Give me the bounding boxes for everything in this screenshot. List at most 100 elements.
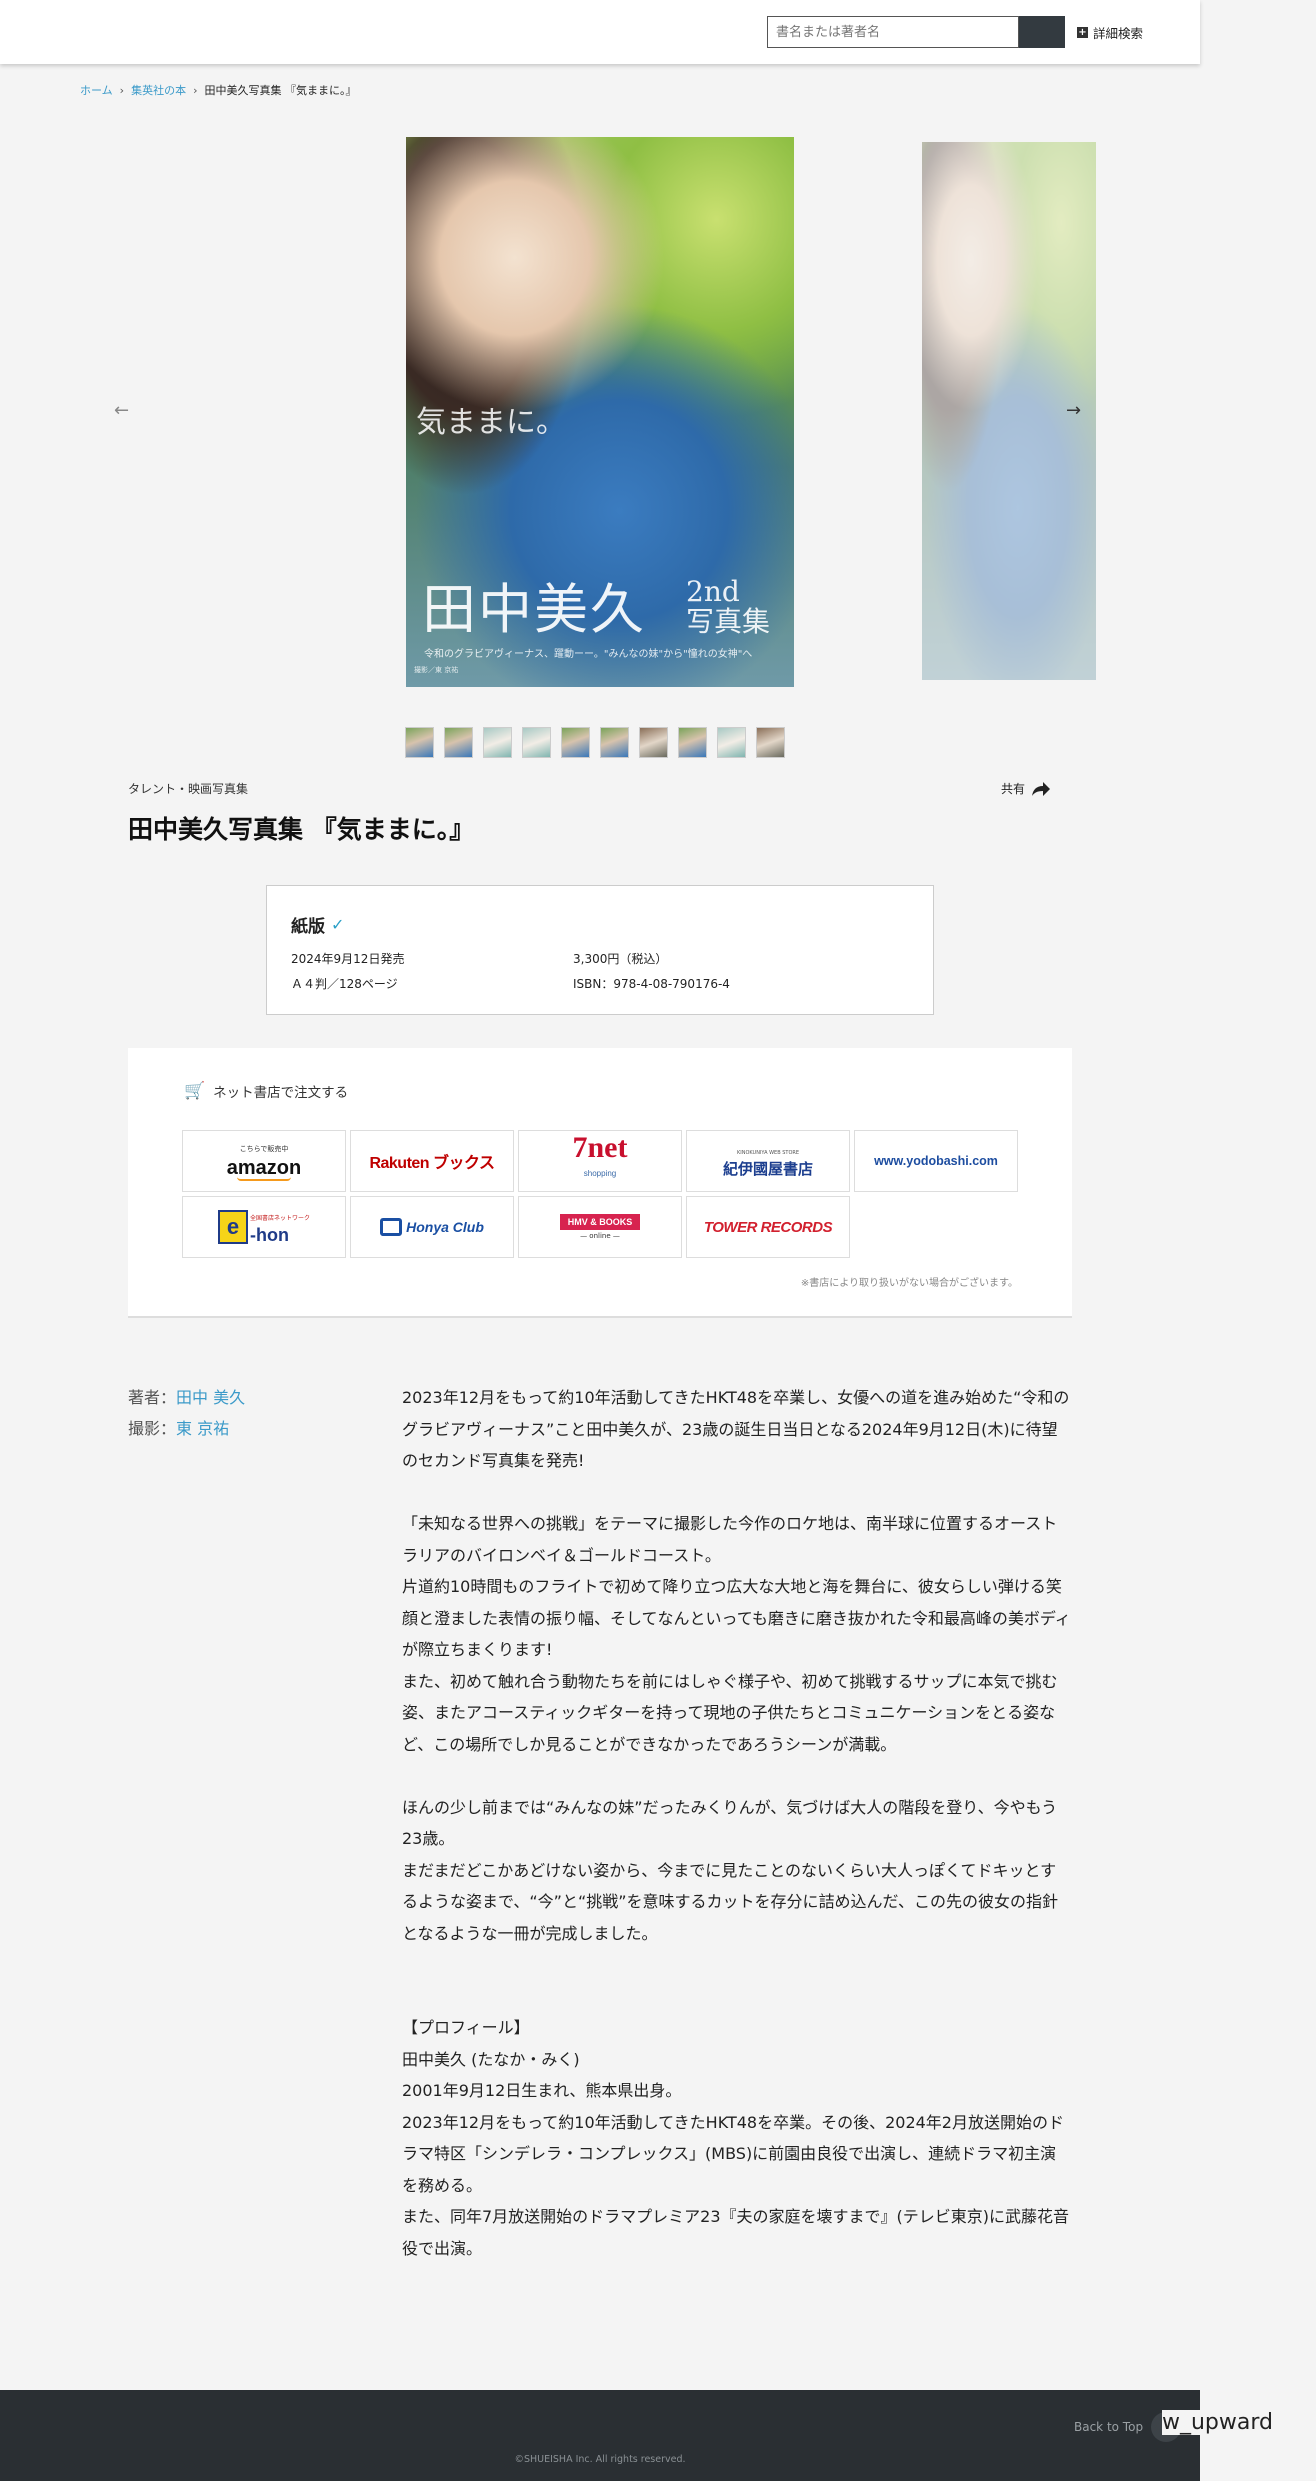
honya-club-logo: Honya Club — [380, 1218, 484, 1236]
back-to-top-label: Back to Top — [1074, 2420, 1144, 2434]
thumbnail[interactable] — [600, 727, 629, 758]
yodobashi-logo: www.yodobashi.com — [874, 1154, 998, 1168]
description-paragraph: ほんの少し前までは“みんなの妹”だったみくりんが、気づけば大人の階段を登り、今や… — [402, 1797, 1058, 1849]
photographer-label: 撮影： — [128, 1419, 177, 1438]
description-paragraph: まだまだどこかあどけない姿から、今までに見たことのないくらい大人っぽくてドキッと… — [402, 1860, 1059, 1943]
cover-title-text: 田中美久 — [422, 578, 646, 641]
7net-text: 7net — [572, 1131, 628, 1164]
edition-name: 紙版 — [291, 917, 325, 937]
edition-name-row: 紙版 ✓ — [291, 912, 344, 937]
rakuten-logo: Rakuten ブックス — [369, 1155, 495, 1172]
store-heading-text: ネット書店で注文する — [213, 1085, 349, 1101]
photographer-link[interactable]: 東 京祐 — [176, 1419, 229, 1438]
author-label: 著者： — [128, 1388, 177, 1407]
tower-records-logo: TOWER RECORDS — [703, 1218, 833, 1236]
share-button[interactable]: 共有 — [1001, 780, 1051, 797]
icon-ligature-text: w_upward — [1162, 2410, 1273, 2435]
kinokuniya-small: KINOKUNIYA WEB STORE — [736, 1150, 800, 1156]
edition-card: 紙版 ✓ 2024年9月12日発売 Ａ４判／128ページ 3,300円（税込） … — [266, 885, 934, 1015]
thumbnail[interactable] — [405, 727, 434, 758]
7net-small: shopping — [583, 1169, 617, 1178]
ehon-badge: e — [217, 1210, 248, 1244]
store-7net[interactable]: 7net shopping — [518, 1130, 682, 1192]
book-description: 2023年12月をもって約10年活動してきたHKT48を卒業し、女優への道を進み… — [402, 1382, 1072, 2264]
thumbnail[interactable] — [678, 727, 707, 758]
check-icon: ✓ — [331, 915, 345, 934]
online-store-section: 🛒 ネット書店で注文する こちらで販売中 amazon Rakuten ブックス… — [128, 1048, 1072, 1318]
share-icon — [1032, 781, 1051, 796]
chevron-right-icon: › — [119, 83, 125, 97]
hmv-sub: — online — — [580, 1232, 620, 1240]
site-header: + 詳細検索 — [0, 0, 1200, 64]
breadcrumb-books[interactable]: 集英社の本 — [131, 82, 186, 98]
thumbnail[interactable] — [522, 727, 551, 758]
cart-icon: 🛒 — [184, 1081, 206, 1101]
store-heading: 🛒 ネット書店で注文する — [184, 1081, 348, 1101]
description-paragraph: 片道約10時間ものフライトで初めて降り立つ広大な大地と海を舞台に、彼女らしい弾け… — [402, 1577, 1071, 1659]
breadcrumb-home[interactable]: ホーム — [80, 82, 113, 98]
store-honya-club[interactable]: Honya Club — [350, 1196, 514, 1258]
description-paragraph: 2023年12月をもって約10年活動してきたHKT48を卒業し、女優への道を進み… — [402, 1388, 1070, 1470]
book-isbn: ISBN：978-4-08-790176-4 — [573, 977, 730, 991]
breadcrumb: ホーム › 集英社の本 › 田中美久写真集 『気ままに。』 — [80, 82, 356, 98]
description-paragraph: また、同年7月放送開始のドラマプレミア23『夫の家庭を壊すまで』(テレビ東京)に… — [402, 2207, 1070, 2258]
description-paragraph: 2001年9月12日生まれ、熊本県出身。 — [402, 2081, 682, 2100]
book-category: タレント・映画写真集 — [128, 782, 249, 796]
thumbnail[interactable] — [756, 727, 785, 758]
cover-sub-line2: 写真集 — [686, 605, 771, 638]
search-input[interactable] — [767, 16, 1019, 48]
book-price: 3,300円（税込） — [573, 952, 668, 966]
description-paragraph: また、初めて触れ合う動物たちを前にはしゃぐ様子や、初めて挑戦するサップに本気で挑… — [402, 1671, 1058, 1754]
author-link[interactable]: 田中 美久 — [176, 1388, 245, 1407]
description-paragraph: 田中美久 (たなか・みく) — [402, 2049, 580, 2069]
store-hmv[interactable]: HMV & BOOKS — online — — [518, 1196, 682, 1258]
advanced-search-link[interactable]: + 詳細検索 — [1077, 23, 1143, 42]
description-paragraph: 2023年12月をもって約10年活動してきたHKT48を卒業。その後、2024年… — [402, 2112, 1064, 2195]
credits: 著者：田中 美久 撮影：東 京祐 — [128, 1382, 245, 1444]
amazon-logo: こちらで販売中 amazon — [227, 1141, 301, 1181]
store-amazon[interactable]: こちらで販売中 amazon — [182, 1130, 346, 1192]
thumbnail[interactable] — [483, 727, 512, 758]
hmv-logo: HMV & BOOKS — online — — [559, 1214, 641, 1240]
book-format: Ａ４判／128ページ — [291, 977, 398, 991]
thumbnail[interactable] — [444, 727, 473, 758]
cover-subtitle: 2nd 写真集 — [686, 577, 770, 637]
ehon-logo: e 全国書店ネットワーク -hon — [217, 1210, 310, 1245]
chevron-right-icon: › — [193, 83, 198, 97]
hmv-text: HMV & BOOKS — [559, 1214, 641, 1230]
kinokuniya-logo: KINOKUNIYA WEB STORE 紀伊國屋書店 — [723, 1145, 813, 1177]
book-cover-image[interactable]: 気ままに。 田中美久 2nd 写真集 令和のグラビアヴィーナス、躍動ーー。"みん… — [406, 137, 794, 687]
amazon-text: amazon — [226, 1157, 302, 1179]
7net-logo: 7net shopping — [573, 1133, 628, 1187]
store-tower-records[interactable]: TOWER RECORDS — [686, 1196, 850, 1258]
honya-mark-icon — [380, 1218, 403, 1236]
honya-text: Honya Club — [406, 1219, 484, 1235]
cover-photo: 気ままに。 田中美久 2nd 写真集 令和のグラビアヴィーナス、躍動ーー。"みん… — [406, 137, 794, 687]
carousel-prev-arrow[interactable]: ← — [114, 400, 129, 421]
store-yodobashi[interactable]: www.yodobashi.com — [854, 1130, 1018, 1192]
thumbnail[interactable] — [639, 727, 668, 758]
cover-script-text: 気ままに。 — [416, 405, 566, 440]
cover-tagline: 令和のグラビアヴィーナス、躍動ーー。"みんなの妹"から"憧れの女神"へ — [424, 649, 753, 660]
thumbnail[interactable] — [717, 727, 746, 758]
store-rakuten[interactable]: Rakuten ブックス — [350, 1130, 514, 1192]
store-kinokuniya[interactable]: KINOKUNIYA WEB STORE 紀伊國屋書店 — [686, 1130, 850, 1192]
store-grid: こちらで販売中 amazon Rakuten ブックス 7net shoppin… — [182, 1130, 1018, 1258]
carousel-next-arrow[interactable]: → — [1066, 400, 1081, 421]
site-footer — [0, 2390, 1200, 2481]
ehon-text: -hon — [249, 1225, 289, 1245]
description-paragraph: 「未知なる世界への挑戦」をテーマに撮影した今作のロケ地は、南半球に位置するオース… — [402, 1514, 1058, 1565]
advanced-search-label: 詳細検索 — [1093, 26, 1144, 41]
thumbnail[interactable] — [561, 727, 590, 758]
store-ehon[interactable]: e 全国書店ネットワーク -hon — [182, 1196, 346, 1258]
photographer-row: 撮影：東 京祐 — [128, 1413, 245, 1444]
share-label: 共有 — [1001, 782, 1026, 796]
page-title: 田中美久写真集 『気ままに。』 — [128, 815, 475, 844]
search-button[interactable] — [1019, 16, 1065, 48]
thumbnail-strip — [405, 727, 785, 758]
cover-sub-line1: 2nd — [686, 575, 740, 608]
copyright: ©SHUEISHA Inc. All rights reserved. — [514, 2454, 686, 2465]
kinokuniya-text: 紀伊國屋書店 — [722, 1160, 813, 1178]
plus-icon: + — [1077, 27, 1088, 38]
author-row: 著者：田中 美久 — [128, 1382, 245, 1413]
